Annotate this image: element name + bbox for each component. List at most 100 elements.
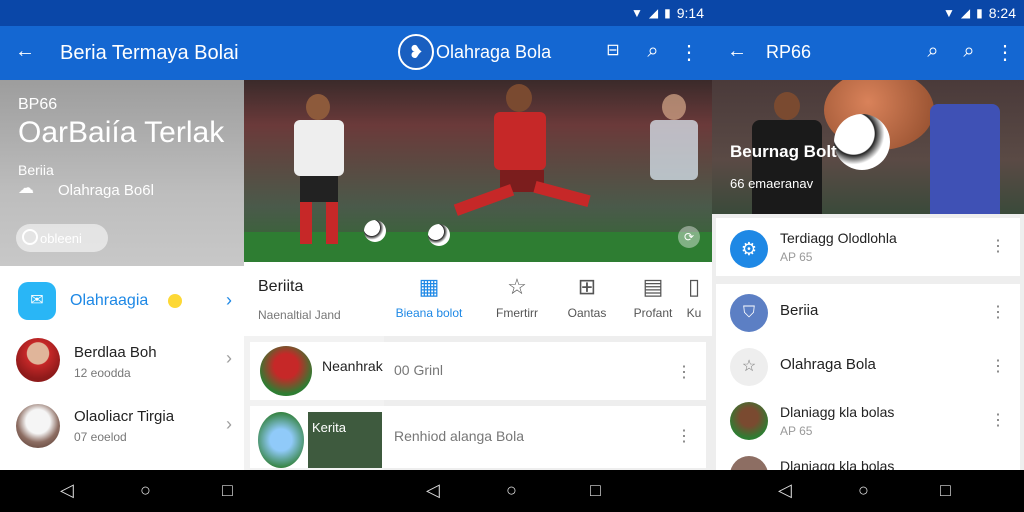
ball-graphic (834, 114, 890, 170)
recents-icon[interactable]: □ (222, 480, 233, 501)
item-snippet: Renhiod alanga Bola (394, 428, 524, 444)
signal-icon: ◢ (960, 6, 971, 20)
home-icon[interactable]: ○ (858, 480, 869, 501)
star-icon: ☆ (507, 274, 527, 299)
hero-chip[interactable]: obleeni (16, 224, 108, 252)
player-figure (752, 120, 822, 214)
brand-logo-icon: ❥ (398, 34, 434, 70)
ball-graphic (428, 224, 450, 246)
more-vert-icon[interactable]: ⋮ (990, 236, 1006, 256)
status-bar: ▼ ◢ ▮ 9:14 (384, 0, 712, 26)
tab-label: Fmertirr (496, 306, 538, 320)
tab-news[interactable]: ▦ Bieana bolot (394, 274, 464, 320)
item-title: Neanhrak (322, 358, 383, 374)
thumbnail (260, 346, 312, 396)
app-bar: ❥ Olahraga Bola ⊟ ⌕ ⋮ (384, 26, 712, 80)
brand-title: Olahraga Bola (436, 42, 552, 62)
expand-icon[interactable]: ⟳ (678, 226, 700, 248)
player-head (774, 92, 800, 120)
featured-sub: Naenaltial Jand (258, 308, 341, 322)
list-item-title: Berdlaa Boh (74, 344, 157, 361)
list-item[interactable]: ☆ Olahraga Bola ⋮ (716, 342, 1020, 396)
hero-cloud-icon: ☁ (18, 180, 34, 197)
player-figure (280, 94, 360, 244)
coin-icon (168, 294, 182, 308)
hero-image[interactable]: ⟳ (244, 80, 712, 262)
back-arrow-icon[interactable]: ← (12, 40, 38, 63)
hero-sub-1: Beriia (18, 162, 54, 178)
chevron-right-icon: › (226, 414, 232, 434)
list-item-title: Dlaniagg kla bolas (780, 404, 895, 420)
battery-icon: ▮ (976, 6, 983, 20)
hero-sub-2: Olahraga Bo6l (58, 182, 154, 199)
search-icon[interactable]: ⌕ (640, 40, 666, 63)
app-bar: ← RP66 ⌕ ⌕ ⋮ (712, 26, 1024, 80)
tab-box[interactable]: ⊞ Oantas (552, 274, 622, 320)
top-card[interactable]: ⚙ Terdiagg Olodlohla AP 65 ⋮ (716, 218, 1020, 276)
more-vert-icon[interactable]: ⋮ (676, 362, 692, 382)
avatar (16, 404, 60, 448)
list-item[interactable]: Olaoliacr Tirgia 07 eoelod › (0, 396, 244, 456)
tab-label: Oantas (567, 306, 607, 320)
list-item[interactable]: Dlaniagg kla bolas (716, 450, 1020, 470)
recents-icon[interactable]: □ (590, 480, 601, 501)
back-icon[interactable]: ◁ (426, 480, 440, 501)
list-item[interactable]: ⛉ Beriia ⋮ (716, 288, 1020, 342)
list-item[interactable]: ✉ Olahraagia › (0, 270, 244, 330)
wifi-icon: ▼ (631, 6, 643, 20)
player-figure (930, 104, 1000, 214)
status-bar (0, 0, 384, 26)
screen-detail: ▼ ◢ ▮ 8:24 ← RP66 ⌕ ⌕ ⋮ Beurnag Bolt 66 … (712, 0, 1024, 470)
box-icon: ⊞ (577, 274, 597, 299)
list-item[interactable]: Dlaniagg kla bolas AP 65 ⋮ (716, 396, 1020, 450)
list-item-sub: AP 65 (780, 424, 813, 438)
list-item-title: Dlaniagg kla bolas (780, 458, 895, 470)
tab-featured[interactable]: ☆ Fmertirr (482, 274, 552, 320)
app-bar: ← Beria Termaya Bolai (0, 26, 384, 80)
tab-more[interactable]: ▯ Ku (676, 274, 712, 320)
tab-label: Ku (686, 306, 702, 320)
hero-eyebrow: BP66 (18, 96, 58, 113)
system-nav-bar: ◁ ○ □ ◁ ○ □ ◁ ○ □ (0, 470, 1024, 512)
hero-title: Beurnag Bolt (730, 142, 837, 161)
more-vert-icon[interactable]: ⋮ (676, 40, 702, 65)
back-icon[interactable]: ◁ (778, 480, 792, 501)
signal-icon: ◢ (648, 6, 659, 20)
item-snippet: 00 Grinl (394, 362, 444, 378)
avatar (16, 338, 60, 382)
list-item-title: Olaoliacr Tirgia (74, 408, 175, 425)
back-arrow-icon[interactable]: ← (724, 40, 750, 63)
screen-title: RP66 (766, 42, 812, 62)
gear-icon: ⚙ (730, 230, 768, 268)
home-icon[interactable]: ○ (506, 480, 517, 501)
recents-icon[interactable]: □ (940, 480, 951, 501)
app-title: Beria Termaya Bolai (60, 42, 239, 64)
search-icon[interactable]: ⌕ (920, 40, 946, 63)
mail-icon: ✉ (18, 282, 56, 320)
news-item[interactable]: Neanhrak 00 Grinl ⋮ (250, 342, 706, 400)
featured-hero[interactable]: BP66 OarBaiía Terlak Beriia ☁ Olahraga B… (0, 80, 244, 266)
home-icon[interactable]: ○ (140, 480, 151, 501)
news-item[interactable]: Kerita Renhiod alanga Bola ⋮ (250, 406, 706, 468)
list-card: ⛉ Beriia ⋮ ☆ Olahraga Bola ⋮ Dlaniagg kl… (716, 284, 1020, 470)
clock-text: 9:14 (676, 5, 704, 21)
list-item-title: Beriia (780, 302, 819, 319)
status-bar: ▼ ◢ ▮ 8:24 (712, 0, 1024, 26)
battery-icon: ▮ (664, 6, 671, 20)
search-icon[interactable]: ⌕ (956, 40, 982, 63)
item-title: Kerita (312, 420, 346, 435)
player-figure (444, 84, 594, 244)
chip-icon (22, 229, 38, 245)
more-vert-icon[interactable]: ⋮ (990, 356, 1006, 376)
more-vert-icon[interactable]: ⋮ (676, 426, 692, 446)
back-icon[interactable]: ◁ (60, 480, 74, 501)
list-item[interactable]: Berdlaa Boh 12 eoodda › (0, 330, 244, 390)
chevron-right-icon: › (226, 348, 232, 368)
more-vert-icon[interactable]: ⋮ (992, 40, 1018, 65)
bookmark-icon[interactable]: ⊟ (600, 40, 626, 60)
more-vert-icon[interactable]: ⋮ (990, 410, 1006, 430)
more-vert-icon[interactable]: ⋮ (990, 302, 1006, 322)
hero-image[interactable]: Beurnag Bolt 66 emaeranav (712, 80, 1024, 214)
ball-graphic (364, 220, 386, 242)
avatar (730, 402, 768, 440)
